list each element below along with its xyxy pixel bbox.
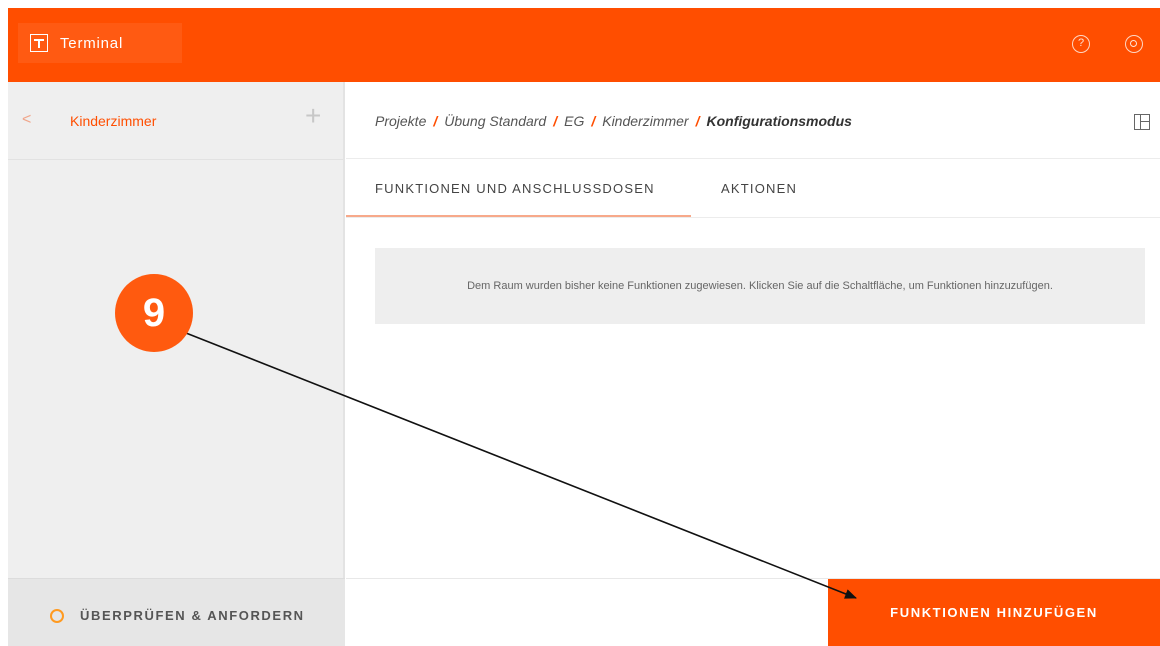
tab-functions[interactable]: FUNKTIONEN UND ANSCHLUSSDOSEN [375, 181, 655, 196]
sidebar: < Kinderzimmer + ÜBERPRÜFEN & ANFORDERN [8, 82, 345, 646]
chevron-left-icon[interactable]: < [22, 111, 31, 129]
app-logo[interactable]: Terminal [18, 23, 182, 63]
top-bar: Terminal ? [8, 8, 1160, 82]
breadcrumb-current: Konfigurationsmodus [706, 113, 852, 129]
breadcrumb-item[interactable]: Projekte [375, 113, 426, 129]
gear-icon[interactable] [1125, 35, 1143, 53]
breadcrumb-separator: / [553, 113, 558, 129]
active-tab-indicator [346, 215, 691, 217]
floor-plan-icon[interactable] [1134, 114, 1150, 130]
empty-state-text: Dem Raum wurden bisher keine Funktionen … [467, 280, 1053, 292]
empty-state-message: Dem Raum wurden bisher keine Funktionen … [375, 248, 1145, 324]
divider [346, 217, 1160, 218]
add-functions-button[interactable]: FUNKTIONEN HINZUFÜGEN [828, 579, 1160, 646]
breadcrumb-item[interactable]: Übung Standard [444, 113, 546, 129]
status-circle-icon [50, 609, 64, 623]
terminal-logo-icon [30, 34, 48, 52]
breadcrumb-item[interactable]: Kinderzimmer [602, 113, 688, 129]
tab-actions[interactable]: AKTIONEN [721, 181, 797, 196]
room-title: Kinderzimmer [70, 113, 157, 129]
divider [346, 158, 1160, 159]
app-title: Terminal [60, 34, 124, 52]
breadcrumb-separator: / [433, 113, 438, 129]
breadcrumb-item[interactable]: EG [564, 113, 584, 129]
review-request-button[interactable]: ÜBERPRÜFEN & ANFORDERN [8, 578, 345, 646]
step-number-badge: 9 [115, 274, 193, 352]
review-request-label: ÜBERPRÜFEN & ANFORDERN [80, 608, 305, 623]
breadcrumb-separator: / [695, 113, 700, 129]
add-room-icon[interactable]: + [305, 102, 321, 130]
breadcrumb: Projekte / Übung Standard / EG / Kinderzimmer /… [375, 113, 852, 129]
breadcrumb-separator: / [591, 113, 596, 129]
help-icon[interactable]: ? [1072, 35, 1090, 53]
sidebar-header: < Kinderzimmer + [8, 82, 343, 160]
